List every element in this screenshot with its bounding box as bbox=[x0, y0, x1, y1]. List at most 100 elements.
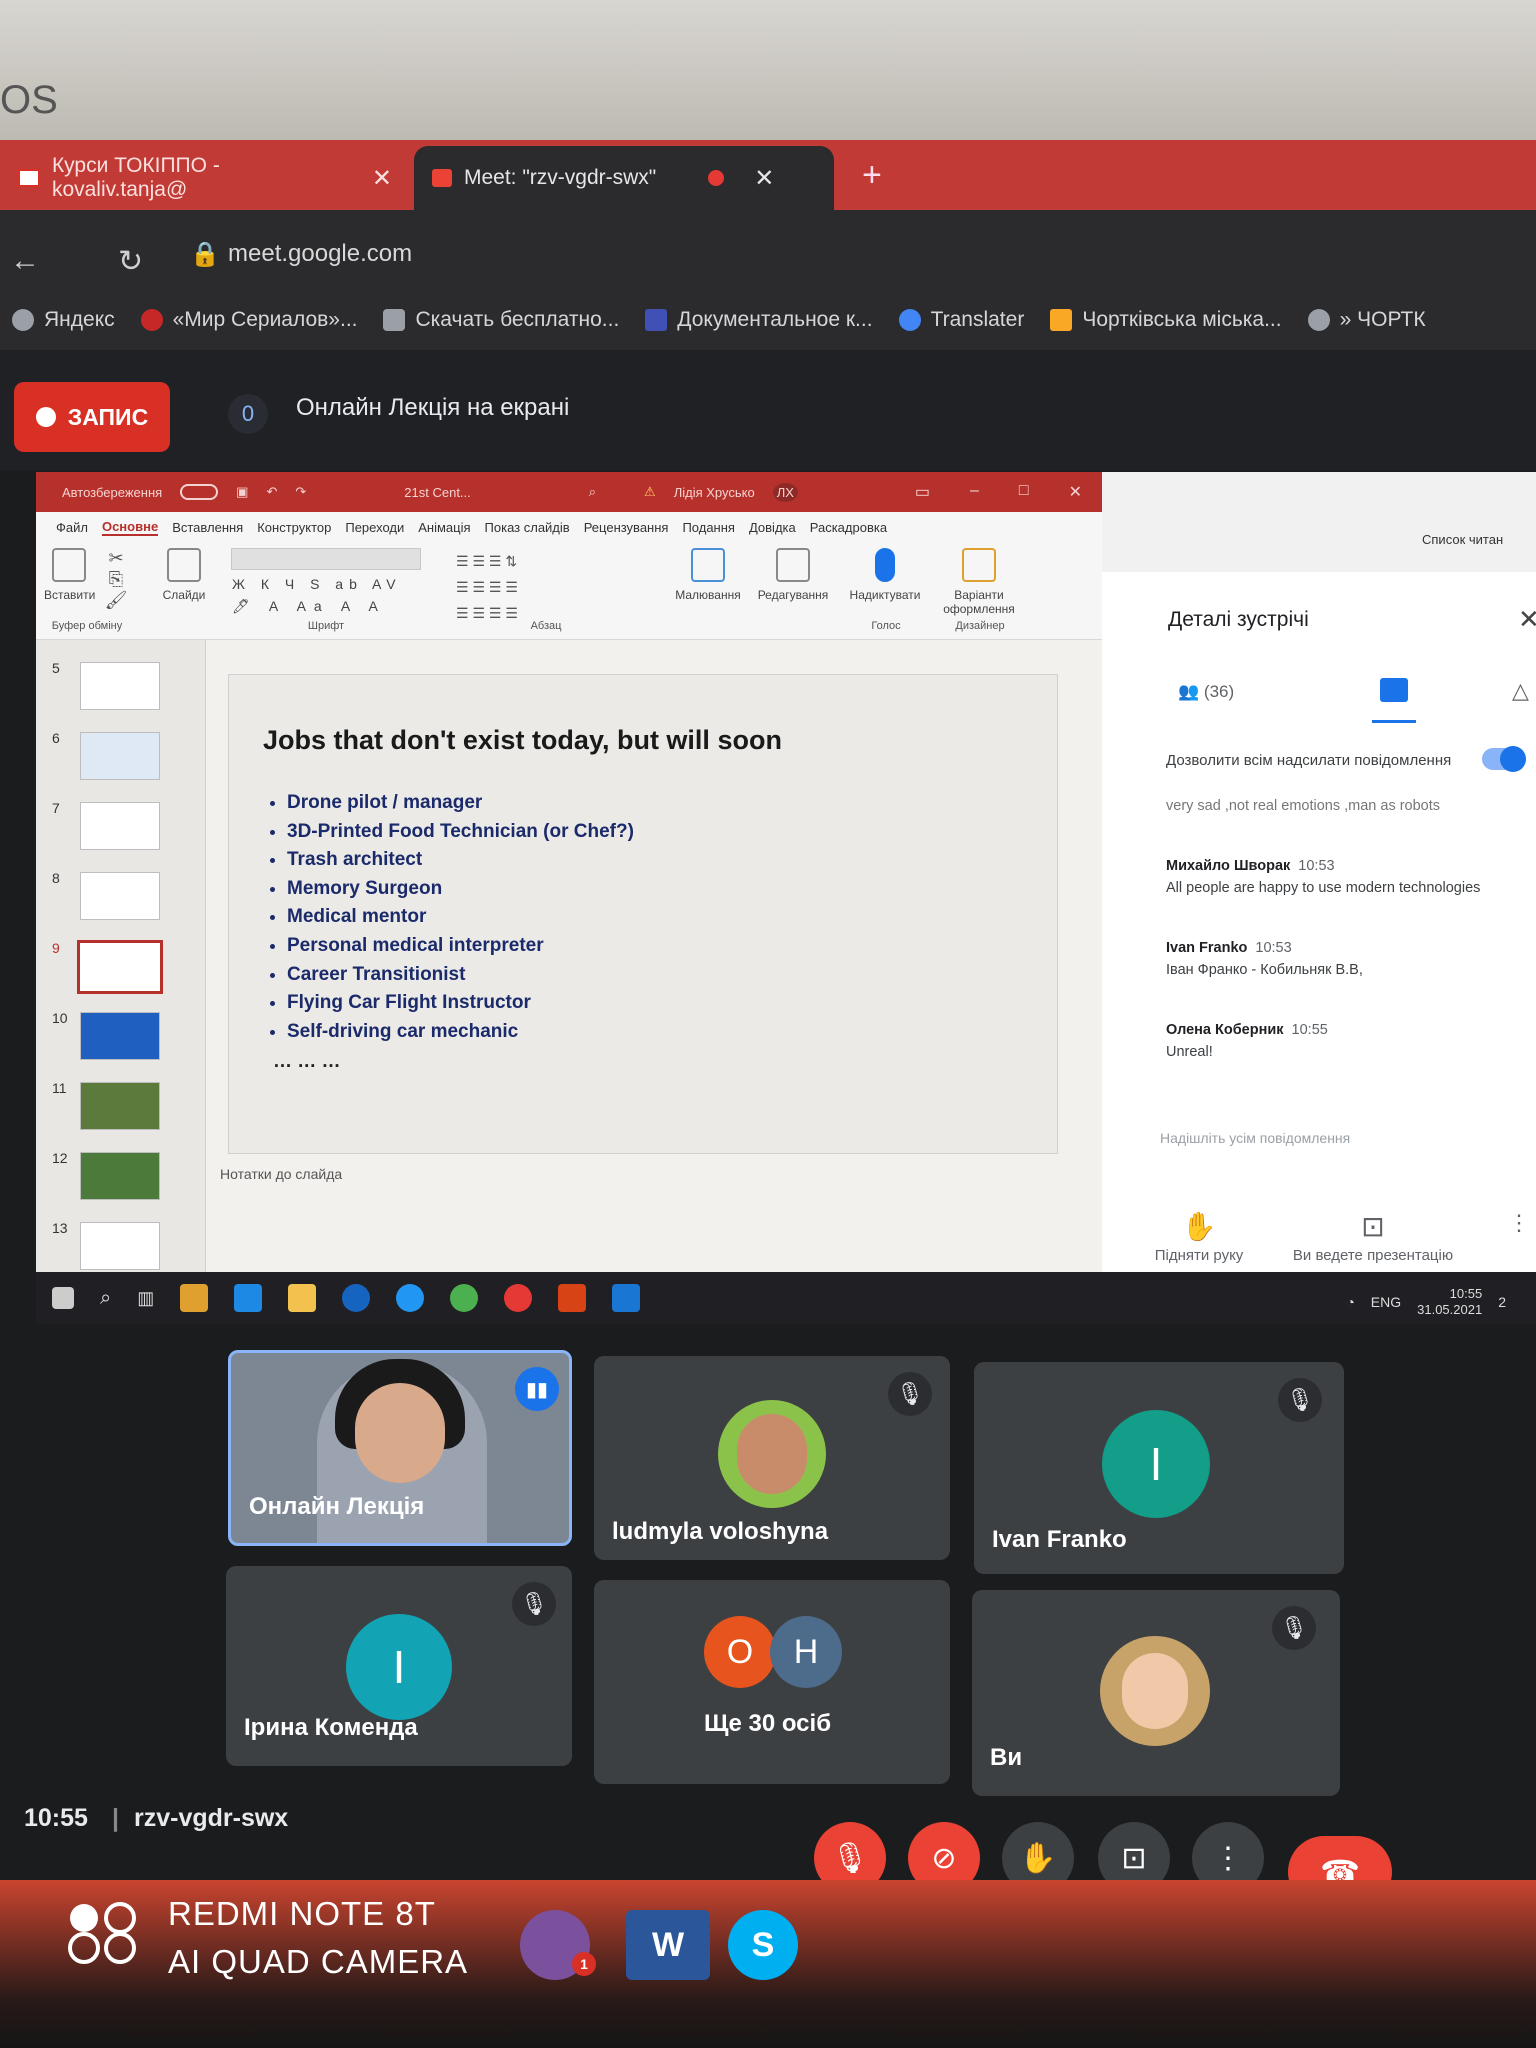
close-icon[interactable]: ✕ bbox=[372, 164, 392, 193]
edge-icon[interactable] bbox=[396, 1284, 425, 1312]
notification-badge[interactable]: 2 bbox=[1498, 1294, 1506, 1310]
slide-thumbnail[interactable] bbox=[80, 662, 160, 710]
send-message-input[interactable]: Надішліть усім повідомлення bbox=[1160, 1130, 1350, 1146]
ribbon-tab[interactable]: Показ слайдів bbox=[485, 520, 570, 535]
redo-icon[interactable]: ↷ bbox=[295, 484, 306, 500]
viber-icon[interactable]: 1 bbox=[520, 1910, 596, 1980]
store-icon[interactable] bbox=[180, 1284, 209, 1312]
slide-thumbnail[interactable] bbox=[80, 802, 160, 850]
raise-hand-button[interactable]: ✋ Підняти руку bbox=[1134, 1210, 1264, 1264]
powerpoint-icon[interactable] bbox=[558, 1284, 587, 1312]
ribbon-tab[interactable]: Подання bbox=[682, 520, 735, 535]
bullet-item: Flying Car Flight Instructor bbox=[287, 989, 634, 1018]
slide-thumbnail[interactable] bbox=[80, 1222, 160, 1270]
bookmark-item[interactable]: Документальное к... bbox=[645, 308, 873, 332]
bookmark-item[interactable]: » ЧОРТК bbox=[1307, 308, 1426, 332]
bullet-item: Personal medical interpreter bbox=[287, 932, 634, 961]
editing-button[interactable]: Редагування bbox=[750, 548, 836, 636]
bookmark-item[interactable]: Яндекс bbox=[12, 308, 115, 332]
minimize-icon[interactable]: – bbox=[970, 482, 979, 502]
ribbon-tab[interactable]: Довідка bbox=[749, 520, 796, 535]
bullet-item: 3D-Printed Food Technician (or Chef?) bbox=[287, 818, 634, 847]
mail-icon[interactable] bbox=[234, 1284, 263, 1312]
search-icon[interactable]: ⌕ bbox=[589, 484, 596, 500]
chrome-profile-icon[interactable] bbox=[504, 1284, 533, 1312]
maximize-icon[interactable]: □ bbox=[1019, 482, 1029, 502]
participant-tile-self[interactable]: 🎙 Ви bbox=[972, 1590, 1340, 1796]
participant-photo bbox=[718, 1400, 826, 1508]
ie-icon[interactable] bbox=[342, 1284, 371, 1312]
drawing-button[interactable]: Малювання bbox=[672, 548, 744, 636]
present-icon: ⊡ bbox=[1121, 1841, 1147, 1875]
reading-list[interactable]: Список читан bbox=[1422, 532, 1503, 547]
address-bar[interactable]: meet.google.com bbox=[228, 240, 412, 268]
bookmark-item[interactable]: «Мир Сериалов»... bbox=[140, 308, 357, 332]
slide-thumbnail[interactable] bbox=[80, 732, 160, 780]
slide-notes[interactable]: Нотатки до слайда bbox=[220, 1166, 342, 1182]
chrome-icon[interactable] bbox=[450, 1284, 479, 1312]
word-icon[interactable]: W bbox=[626, 1910, 710, 1980]
participant-tile[interactable]: 🎙 ludmyla voloshyna bbox=[594, 1356, 950, 1560]
slide-thumbnail[interactable] bbox=[80, 1012, 160, 1060]
ribbon-tab[interactable]: Рецензування bbox=[584, 520, 669, 535]
screen-share-icon[interactable] bbox=[612, 1284, 641, 1312]
ribbon-tab[interactable]: Переходи bbox=[345, 520, 404, 535]
ribbon-tab[interactable]: Раскадровка bbox=[810, 520, 887, 535]
participant-name: Ірина Коменда bbox=[244, 1714, 418, 1741]
folder-icon[interactable] bbox=[288, 1284, 317, 1312]
close-icon[interactable]: ✕ bbox=[1069, 482, 1082, 502]
close-icon[interactable]: ✕ bbox=[754, 164, 774, 193]
slide-thumbnail[interactable] bbox=[80, 872, 160, 920]
activities-icon[interactable]: △ bbox=[1512, 678, 1529, 704]
slide-number: 6 bbox=[52, 730, 60, 746]
font-format-icons[interactable]: Ж К Ч S ab AV bbox=[226, 576, 426, 592]
participant-tile[interactable]: I 🎙 Ірина Коменда bbox=[226, 1566, 572, 1766]
lang-indicator[interactable]: ENG bbox=[1371, 1294, 1401, 1310]
font-name-select[interactable] bbox=[231, 548, 421, 570]
undo-icon[interactable]: ↶ bbox=[266, 484, 277, 500]
tab-courses[interactable]: Курси ТОКІППО - kovaliv.tanja@ ✕ bbox=[0, 146, 410, 210]
bookmark-item[interactable]: Скачать бесплатно... bbox=[383, 308, 619, 332]
participant-tile-presenter[interactable]: ▮▮ Онлайн Лекція bbox=[228, 1350, 572, 1546]
bookmark-item[interactable]: Чортківська міська... bbox=[1050, 308, 1282, 332]
ribbon-display-icon[interactable]: ▭ bbox=[915, 482, 930, 502]
more-options-icon[interactable]: ⋮ bbox=[1508, 1210, 1530, 1236]
system-tray: ◔ ENG 10:55 31.05.2021 2 bbox=[1346, 1286, 1506, 1318]
chat-icon[interactable] bbox=[1380, 678, 1408, 702]
presenting-button[interactable]: ⊡ Ви ведете презентацію bbox=[1278, 1210, 1468, 1264]
tab-meet[interactable]: Meet: "rzv-vgdr-swx" ✕ bbox=[414, 146, 834, 210]
participant-tile[interactable]: I 🎙 Ivan Franko bbox=[974, 1362, 1344, 1574]
taskbar-clock[interactable]: 10:55 31.05.2021 bbox=[1417, 1286, 1482, 1318]
camera-watermark-logo bbox=[68, 1902, 136, 1964]
globe-icon bbox=[1307, 309, 1330, 331]
slide-thumbnail-selected[interactable] bbox=[77, 940, 163, 994]
font-color-icons[interactable]: 🖊 A Aa A A bbox=[226, 598, 426, 615]
network-icon[interactable]: ◔ bbox=[1346, 1294, 1354, 1310]
slide-thumbnail[interactable] bbox=[80, 1152, 160, 1200]
ribbon-tab-active[interactable]: Основне bbox=[101, 519, 159, 536]
ribbon-tab[interactable]: Файл bbox=[56, 520, 88, 535]
ribbon-tab[interactable]: Вставлення bbox=[172, 520, 243, 535]
back-icon[interactable]: ← bbox=[10, 244, 40, 278]
more-participants-tile[interactable]: О Н Ще 30 осіб bbox=[594, 1580, 950, 1784]
windows-start-icon[interactable] bbox=[52, 1287, 74, 1309]
autosave-toggle[interactable] bbox=[180, 484, 219, 500]
slide-canvas[interactable]: Jobs that don't exist today, but will so… bbox=[228, 674, 1058, 1154]
record-button[interactable]: ЗАПИС bbox=[14, 382, 170, 452]
allow-messages-toggle[interactable] bbox=[1482, 746, 1526, 772]
skype-icon[interactable]: S bbox=[728, 1910, 798, 1980]
bookmark-item[interactable]: Translater bbox=[898, 308, 1024, 332]
search-icon[interactable]: ⌕ bbox=[100, 1287, 111, 1310]
slide-thumbnail[interactable] bbox=[80, 1082, 160, 1130]
slide-title: Jobs that don't exist today, but will so… bbox=[263, 725, 782, 755]
ribbon-tab[interactable]: Анімація bbox=[418, 520, 470, 535]
ribbon-tab[interactable]: Конструктор bbox=[257, 520, 331, 535]
people-tab[interactable]: 👥 (36) bbox=[1178, 682, 1234, 702]
new-tab-button[interactable]: + bbox=[862, 156, 882, 195]
clipboard-icon bbox=[52, 548, 86, 582]
save-icon[interactable]: ▣ bbox=[236, 484, 248, 500]
close-icon[interactable]: ✕ bbox=[1518, 604, 1536, 635]
reload-icon[interactable]: ↻ bbox=[118, 244, 143, 279]
task-view-icon[interactable]: ▥ bbox=[137, 1288, 154, 1309]
slides-button[interactable]: Слайди bbox=[156, 548, 212, 636]
